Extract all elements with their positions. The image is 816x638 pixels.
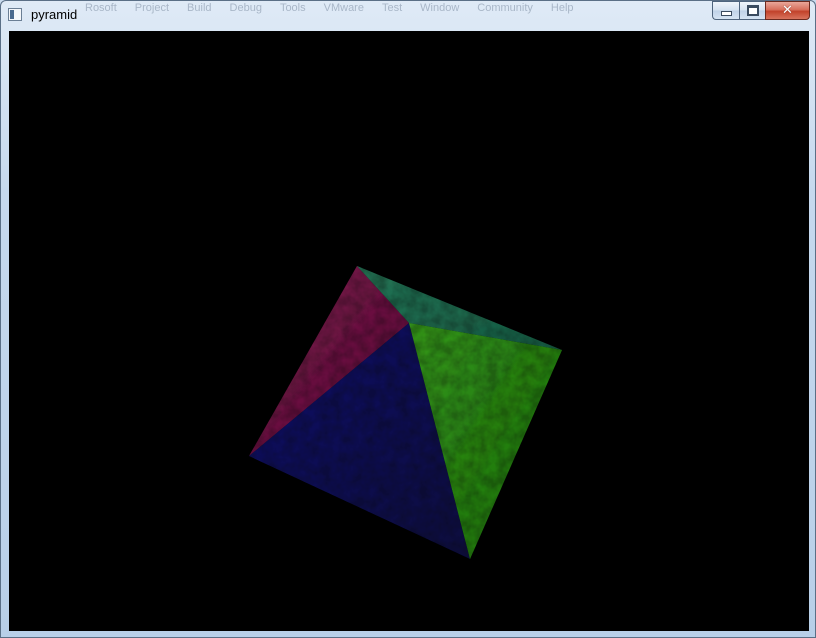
window-app-icon[interactable] <box>8 8 22 21</box>
title-bar[interactable]: Rosoft Project Build Debug Tools VMware … <box>1 1 815 30</box>
background-menu-item: Project <box>134 2 170 14</box>
pyramid-render <box>249 266 562 559</box>
minimize-icon <box>720 11 732 16</box>
background-menu-item: Help <box>550 2 574 14</box>
minimize-button[interactable] <box>712 1 739 20</box>
background-menu-item: Build <box>187 2 212 14</box>
background-menu-item: Test <box>381 2 403 14</box>
window-title: pyramid <box>31 7 78 22</box>
background-menu-item: Tools <box>279 2 306 14</box>
window-controls: ✕ <box>712 1 810 20</box>
close-button[interactable]: ✕ <box>765 1 810 20</box>
maximize-button[interactable] <box>739 1 765 20</box>
close-icon: ✕ <box>782 3 793 18</box>
maximize-icon <box>746 5 759 16</box>
background-menu-item: Community <box>477 2 533 14</box>
background-menu-item: Window <box>420 2 460 14</box>
background-menu-item: Rosoft <box>85 2 117 14</box>
opengl-viewport[interactable] <box>9 31 809 631</box>
app-window: Rosoft Project Build Debug Tools VMware … <box>0 0 816 638</box>
background-menu-item: VMware <box>323 2 364 14</box>
background-menu-bar: Rosoft Project Build Debug Tools VMware … <box>85 2 574 14</box>
background-menu-item: Debug <box>229 2 262 14</box>
